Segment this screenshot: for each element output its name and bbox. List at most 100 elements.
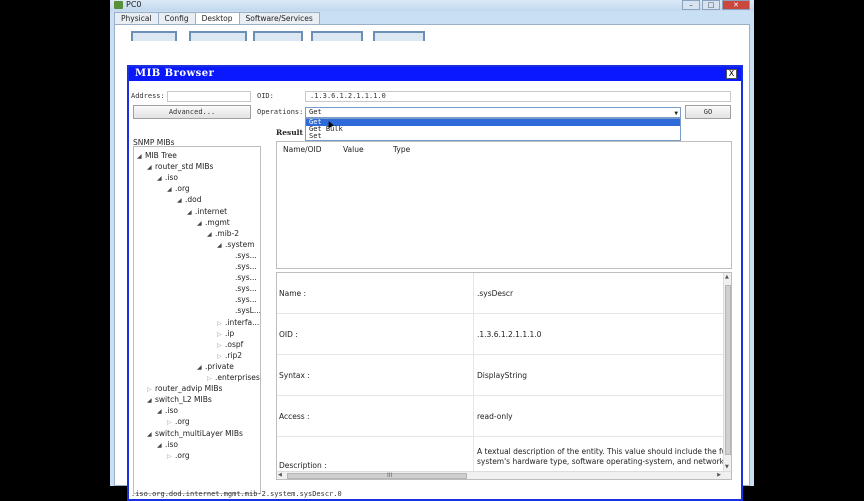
- collapsed-arrow-icon[interactable]: ▷: [167, 452, 175, 461]
- mib-browser-titlebar: MIB Browser X: [129, 67, 741, 81]
- tree-node[interactable]: ◢ .internet: [187, 207, 227, 217]
- tree-node[interactable]: ▷ .enterprises: [207, 373, 260, 383]
- app-icon[interactable]: [311, 31, 363, 41]
- collapsed-arrow-icon[interactable]: ▷: [217, 352, 225, 361]
- collapsed-arrow-icon[interactable]: ▷: [217, 330, 225, 339]
- expanded-arrow-icon[interactable]: ◢: [147, 396, 155, 405]
- expanded-arrow-icon[interactable]: ◢: [137, 152, 145, 161]
- tree-node-label: .internet: [195, 206, 228, 216]
- window-title: PC0: [126, 0, 142, 9]
- app-icon[interactable]: [189, 31, 247, 41]
- tree-node[interactable]: ◢ .dod: [177, 195, 202, 205]
- tab-desktop[interactable]: Desktop: [194, 12, 240, 24]
- col-header-value[interactable]: Value: [343, 145, 364, 154]
- tree-node-label: .mgmt: [205, 217, 230, 227]
- tree-node[interactable]: ▷ .org: [167, 451, 190, 461]
- tab-config[interactable]: Config: [157, 12, 196, 24]
- expanded-arrow-icon[interactable]: ◢: [147, 430, 155, 439]
- tree-node[interactable]: ▷ .rip2: [217, 351, 242, 361]
- expanded-arrow-icon[interactable]: ◢: [217, 241, 225, 250]
- expanded-arrow-icon[interactable]: ◢: [197, 363, 205, 372]
- scroll-left-icon[interactable]: ◀: [278, 472, 282, 479]
- tree-node[interactable]: ◢ router_std MIBs: [147, 162, 213, 172]
- tab-physical[interactable]: Physical: [114, 12, 159, 24]
- scroll-down-icon[interactable]: ▼: [725, 464, 729, 470]
- tree-node[interactable]: ◢ switch_L2 MIBs: [147, 395, 212, 405]
- tree-node[interactable]: ▷ .ip: [217, 329, 234, 339]
- col-header-name-oid[interactable]: Name/OID: [283, 145, 322, 154]
- tree-node[interactable]: .sys...: [227, 284, 257, 293]
- advanced-button[interactable]: Advanced...: [133, 105, 251, 119]
- collapsed-arrow-icon[interactable]: ▷: [167, 418, 175, 427]
- go-button[interactable]: GO: [685, 105, 731, 119]
- chevron-down-icon[interactable]: ▼: [674, 109, 678, 118]
- tree-node[interactable]: .sys...: [227, 273, 257, 282]
- tree-node[interactable]: ◢ .iso: [157, 440, 178, 450]
- expanded-arrow-icon[interactable]: ◢: [147, 163, 155, 172]
- expanded-arrow-icon[interactable]: ◢: [167, 185, 175, 194]
- mib-tree: ◢ MIB Tree ◢ router_std MIBs ◢ .iso ◢ .org ◢ .dod…: [133, 146, 261, 494]
- tree-node[interactable]: .sys...: [227, 251, 257, 260]
- tree-node[interactable]: .sys...: [227, 262, 257, 271]
- app-icon[interactable]: [253, 31, 303, 41]
- pc-window: PC0 – □ ✕ Physical Config Desktop Softwa…: [110, 0, 754, 501]
- operation-option-get-bulk[interactable]: Get Bulk: [306, 126, 680, 133]
- expanded-arrow-icon[interactable]: ◢: [157, 174, 165, 183]
- app-icon[interactable]: [131, 31, 177, 41]
- tab-software-services[interactable]: Software/Services: [238, 12, 320, 24]
- expanded-arrow-icon[interactable]: ◢: [197, 219, 205, 228]
- tree-node[interactable]: ◢ .iso: [157, 406, 178, 416]
- operations-select[interactable]: Get ▼: [305, 107, 681, 118]
- address-input[interactable]: [167, 91, 251, 102]
- tree-node[interactable]: ◢ .org: [167, 184, 190, 194]
- details-vertical-scrollbar[interactable]: ▲ ▼: [723, 273, 731, 479]
- mib-close-button[interactable]: X: [726, 69, 737, 79]
- desktop-area: MIB Browser X Address: OID: .1.3.6.1.2.1…: [114, 24, 750, 501]
- tree-node[interactable]: .sysL...: [227, 306, 261, 316]
- expanded-arrow-icon[interactable]: ◢: [177, 196, 185, 205]
- detail-value-line2: system's hardware type, software operati…: [477, 457, 732, 466]
- tree-node-label: .sysL...: [235, 306, 261, 316]
- oid-input[interactable]: .1.3.6.1.2.1.1.1.0: [305, 91, 731, 102]
- expanded-arrow-icon[interactable]: ◢: [187, 208, 195, 217]
- scroll-right-icon[interactable]: ▶: [717, 472, 721, 479]
- close-icon[interactable]: ✕: [722, 0, 750, 10]
- tree-node[interactable]: ◢ .mgmt: [197, 218, 230, 228]
- tree-node[interactable]: ▷ .ospf: [217, 340, 243, 350]
- tree-node[interactable]: ◢ .system: [217, 240, 255, 250]
- vertical-scroll-thumb[interactable]: [725, 285, 731, 455]
- operation-option-get[interactable]: Get: [306, 119, 680, 126]
- tree-node[interactable]: ▷ .interfa...: [217, 318, 259, 328]
- collapsed-arrow-icon[interactable]: ▷: [207, 374, 215, 383]
- horizontal-scroll-thumb[interactable]: [287, 473, 467, 479]
- tree-node[interactable]: ◢ .iso: [157, 173, 178, 183]
- tree-node-label: .sys...: [235, 273, 257, 283]
- minimize-icon[interactable]: –: [682, 0, 700, 10]
- scroll-grip: III: [387, 472, 393, 479]
- collapsed-arrow-icon[interactable]: ▷: [217, 319, 225, 328]
- tree-node[interactable]: ◢ .private: [197, 362, 234, 372]
- detail-row: Syntax : DisplayString: [277, 355, 723, 396]
- tree-node[interactable]: ▷ .org: [167, 417, 190, 427]
- tree-node[interactable]: ▷ router_advip MIBs: [147, 384, 222, 394]
- tree-node-label: .enterprises: [215, 373, 260, 382]
- collapsed-arrow-icon[interactable]: ▷: [147, 385, 155, 394]
- maximize-icon[interactable]: □: [702, 0, 720, 10]
- tree-node[interactable]: .sys...: [227, 295, 257, 304]
- collapsed-arrow-icon[interactable]: ▷: [217, 341, 225, 350]
- details-horizontal-scrollbar[interactable]: ◀ III ▶: [277, 471, 731, 479]
- scroll-up-icon[interactable]: ▲: [725, 274, 729, 280]
- expanded-arrow-icon[interactable]: ◢: [157, 407, 165, 416]
- col-header-type[interactable]: Type: [393, 145, 410, 154]
- result-label: Result: [276, 128, 303, 137]
- operation-option-set[interactable]: Set: [306, 133, 680, 140]
- tree-node[interactable]: ◢ MIB Tree: [137, 151, 177, 161]
- status-oid-path: .iso.org.dod.internet.mgmt.mib-2.system.…: [131, 490, 342, 498]
- tree-node-label: .sys...: [235, 262, 257, 271]
- tree-node[interactable]: ◢ .mib-2: [207, 229, 239, 239]
- expanded-arrow-icon[interactable]: ◢: [207, 230, 215, 239]
- app-icon[interactable]: [373, 31, 425, 41]
- tree-node[interactable]: ◢ switch_multiLayer MIBs: [147, 429, 243, 439]
- tree-node-label: router_std MIBs: [155, 162, 214, 172]
- expanded-arrow-icon[interactable]: ◢: [157, 441, 165, 450]
